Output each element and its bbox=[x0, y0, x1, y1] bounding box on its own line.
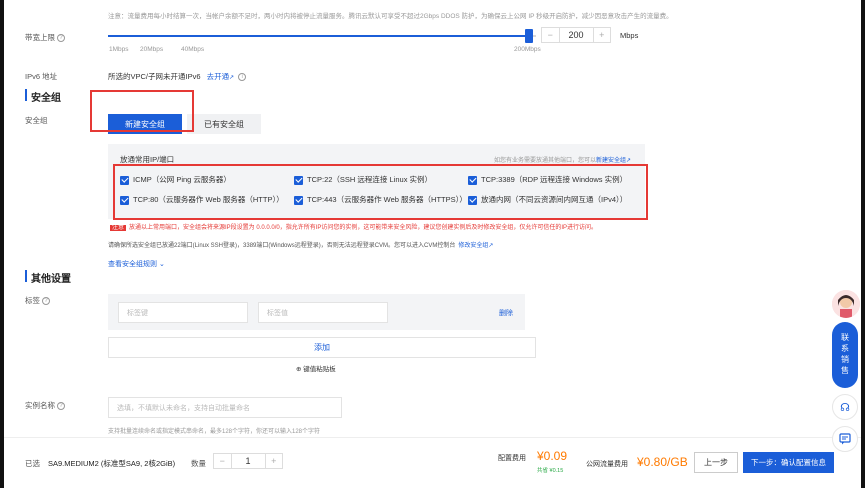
modify-security-group-link[interactable]: 修改安全组 bbox=[458, 243, 488, 249]
external-link-icon: ↗ bbox=[229, 75, 235, 81]
tick-label: 40Mbps bbox=[181, 46, 205, 53]
contact-sales-button[interactable]: 联系销售 bbox=[832, 322, 858, 388]
traffic-fee-label: 公网流量费用 bbox=[586, 461, 628, 468]
selected-label: 已选 bbox=[25, 459, 40, 468]
quantity-stepper[interactable]: − 1 + bbox=[213, 453, 283, 469]
tag-key-input[interactable]: 标签键 bbox=[118, 302, 248, 323]
add-tag-button[interactable]: 添加 bbox=[108, 337, 536, 358]
instance-name-hint: 支持批量连续命名或指定模式串命名，最多128个字符，你还可以输入128个字符 bbox=[108, 429, 321, 435]
instance-name-label-row: 实例名称? bbox=[25, 400, 65, 411]
bandwidth-slider-handle[interactable] bbox=[525, 29, 533, 43]
quantity-label: 数量 bbox=[191, 459, 206, 468]
ipv6-text: 所选的VPC/子网未开通IPv6 bbox=[108, 72, 201, 81]
quantity-value[interactable]: 1 bbox=[232, 454, 265, 468]
tag-value-input[interactable]: 标签值 bbox=[258, 302, 388, 323]
info-icon[interactable]: i bbox=[238, 73, 247, 82]
config-fee-label: 配置费用 bbox=[498, 455, 526, 462]
help-icon[interactable]: ? bbox=[57, 34, 65, 43]
selected-value: SA9.MEDIUM2 (标准型SA9, 2核2GiB) bbox=[48, 459, 176, 468]
view-rules-link[interactable]: 查看安全组规则 bbox=[108, 261, 157, 268]
delete-tag-button[interactable]: 删除 bbox=[499, 308, 513, 318]
paste-row[interactable]: ⊕ 键值粘贴板 bbox=[296, 363, 336, 373]
next-step-button[interactable]: 下一步：确认配置信息 bbox=[743, 452, 834, 473]
bandwidth-value[interactable]: 200 bbox=[560, 28, 593, 42]
decrease-button[interactable]: − bbox=[542, 28, 560, 42]
bandwidth-label-row: 带宽上限? bbox=[25, 32, 65, 43]
saved-amount: 共省 ¥0.15 bbox=[537, 468, 564, 474]
section-title-security-group: 安全组 bbox=[31, 93, 61, 104]
paste-label[interactable]: 键值粘贴板 bbox=[303, 366, 336, 373]
right-window-edge bbox=[861, 0, 865, 488]
left-window-edge bbox=[0, 0, 4, 488]
warning-text: 放通以上常用端口，安全组会将来源IP段设置为 0.0.0.0/0，指允许所有IP… bbox=[129, 225, 598, 231]
security-group-label: 安全组 bbox=[25, 116, 48, 125]
view-rules-row[interactable]: 查看安全组规则 ⌄ bbox=[108, 259, 165, 269]
ipv6-label: IPv6 地址 bbox=[25, 72, 58, 81]
highlight-box-rules bbox=[113, 164, 648, 220]
traffic-fee-value: ¥0.80/GB bbox=[637, 455, 688, 469]
traffic-notice: 注意：流量费用每小时结算一次，当帐户余额不足时，两小时内将被停止流量服务。腾讯云… bbox=[108, 13, 673, 20]
bandwidth-unit: Mbps bbox=[620, 31, 639, 40]
tags-label: 标签 bbox=[25, 296, 40, 305]
bandwidth-stepper[interactable]: − 200 + bbox=[541, 27, 611, 43]
instance-name-input[interactable]: 选填，不填默认未命名，支持自动批量命名 bbox=[108, 397, 342, 418]
external-link-icon: ↗ bbox=[488, 243, 494, 249]
tick-label: 200Mbps bbox=[514, 46, 541, 53]
tick-label: 1Mbps bbox=[109, 46, 129, 53]
tick-label: 20Mbps bbox=[140, 46, 164, 53]
prev-step-button[interactable]: 上一步 bbox=[694, 452, 738, 473]
bandwidth-slider-fill bbox=[108, 35, 528, 37]
feedback-icon[interactable] bbox=[832, 426, 858, 452]
paste-icon: ⊕ bbox=[296, 366, 302, 373]
increase-button[interactable]: + bbox=[592, 28, 611, 42]
increase-button[interactable]: + bbox=[264, 454, 283, 468]
avatar[interactable] bbox=[832, 290, 860, 318]
decrease-button[interactable]: − bbox=[214, 454, 232, 468]
bandwidth-label: 带宽上限 bbox=[25, 33, 55, 42]
headset-icon[interactable]: ☊ bbox=[832, 394, 858, 420]
config-fee-value: ¥0.09 bbox=[537, 449, 568, 463]
tags-label-row: 标签? bbox=[25, 295, 50, 306]
ipv6-row: 所选的VPC/子网未开通IPv6 去开通↗ i bbox=[108, 71, 247, 82]
warning-row: 注意 放通以上常用端口，安全组会将来源IP段设置为 0.0.0.0/0，指允许所有… bbox=[110, 222, 655, 231]
info-row: 请确保所选安全组已放通22端口(Linux SSH登录)，3389端口(Wind… bbox=[108, 240, 493, 249]
instance-name-label: 实例名称 bbox=[25, 401, 55, 410]
highlight-box-tabs bbox=[90, 90, 194, 132]
section-marker bbox=[25, 89, 27, 101]
info-text: 请确保所选安全组已放通22端口(Linux SSH登录)，3389端口(Wind… bbox=[108, 243, 456, 249]
ipv6-enable-link[interactable]: 去开通 bbox=[207, 72, 230, 81]
help-icon[interactable]: ? bbox=[42, 297, 50, 306]
tab-existing-security-group[interactable]: 已有安全组 bbox=[187, 114, 261, 134]
section-title-other: 其他设置 bbox=[31, 274, 71, 285]
help-icon[interactable]: ? bbox=[57, 402, 65, 411]
chevron-down-icon: ⌄ bbox=[158, 261, 165, 268]
warning-tag: 注意 bbox=[110, 225, 127, 231]
section-marker bbox=[25, 270, 27, 282]
panel-hint: 如您有业务需要放通其他端口，您可以新建安全组↗ bbox=[494, 155, 631, 164]
